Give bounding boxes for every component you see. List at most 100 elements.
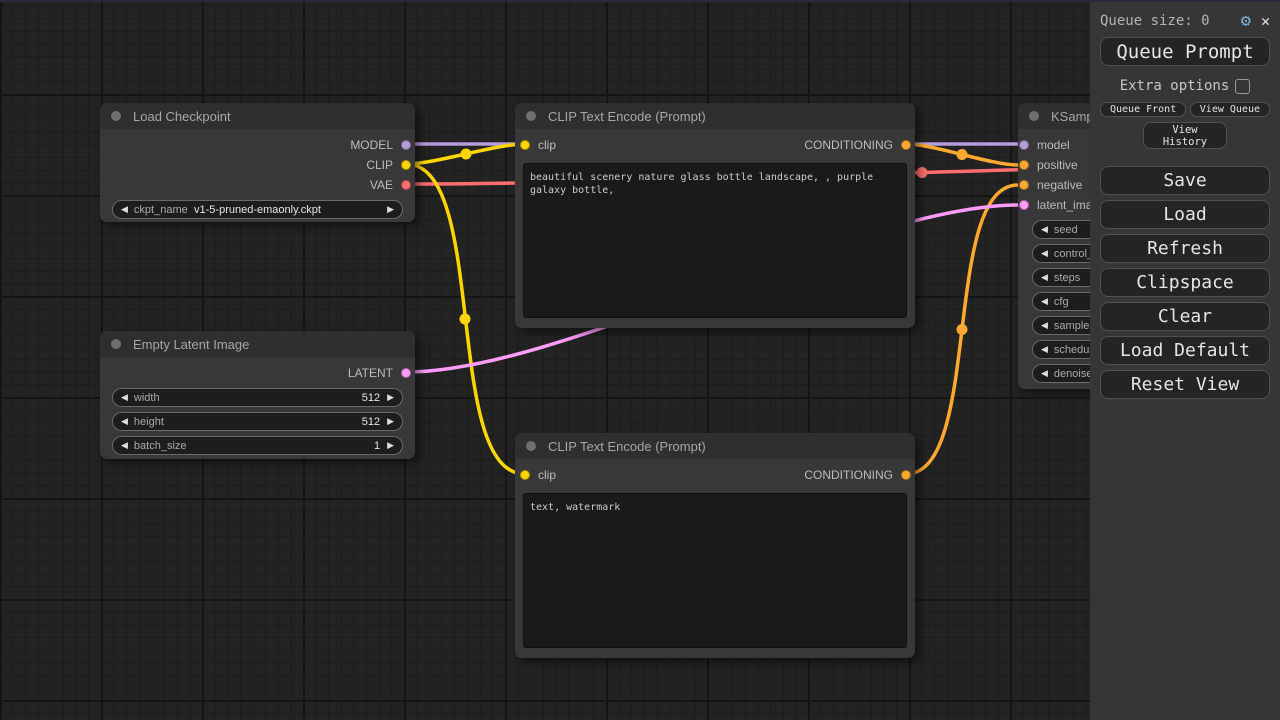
ckpt-name-widget[interactable]: ◀ ckpt_name v1-5-pruned-emaonly.ckpt ▶ — [112, 200, 403, 219]
collapse-dot-icon[interactable] — [111, 111, 121, 121]
save-button[interactable]: Save — [1100, 166, 1270, 195]
slot-row: clip CONDITIONING — [515, 135, 915, 155]
port-latent-image-input[interactable] — [1019, 200, 1029, 210]
port-model-output[interactable] — [401, 140, 411, 150]
link-midpoint-dot — [460, 314, 471, 325]
stepper-right-icon[interactable]: ▶ — [387, 417, 394, 426]
node-clip-text-encode-negative[interactable]: CLIP Text Encode (Prompt) clip CONDITION… — [515, 433, 915, 658]
slot-label: MODEL — [350, 138, 393, 152]
widget-label: steps — [1054, 272, 1080, 284]
view-queue-button[interactable]: View Queue — [1190, 102, 1270, 117]
output-slot-latent: LATENT — [100, 363, 415, 383]
slot-label: clip — [538, 138, 556, 152]
port-clip-output[interactable] — [401, 160, 411, 170]
node-title: Load Checkpoint — [133, 109, 231, 124]
link-midpoint-dot — [917, 167, 928, 178]
port-conditioning-output[interactable] — [901, 470, 911, 480]
node-title: CLIP Text Encode (Prompt) — [548, 439, 706, 454]
reset-view-button[interactable]: Reset View — [1100, 370, 1270, 399]
load-button[interactable]: Load — [1100, 200, 1270, 229]
stepper-left-icon[interactable]: ◀ — [1041, 321, 1048, 330]
stepper-left-icon[interactable]: ◀ — [1041, 249, 1048, 258]
slot-label: positive — [1037, 158, 1078, 172]
link-midpoint-dot — [957, 324, 968, 335]
slot-row: clip CONDITIONING — [515, 465, 915, 485]
stepper-right-icon[interactable]: ▶ — [387, 441, 394, 450]
node-title: Empty Latent Image — [133, 337, 249, 352]
slot-label: CLIP — [366, 158, 393, 172]
port-latent-output[interactable] — [401, 368, 411, 378]
width-widget[interactable]: ◀ width 512 ▶ — [112, 388, 403, 407]
widget-label: batch_size — [134, 440, 187, 452]
slot-label: CONDITIONING — [804, 468, 915, 482]
port-negative-input[interactable] — [1019, 180, 1029, 190]
prompt-textarea[interactable]: text, watermark — [523, 493, 907, 648]
collapse-dot-icon[interactable] — [526, 441, 536, 451]
stepper-left-icon[interactable]: ◀ — [1041, 345, 1048, 354]
queue-prompt-button[interactable]: Queue Prompt — [1100, 37, 1270, 66]
widget-label: width — [134, 392, 160, 404]
extra-options-checkbox[interactable] — [1235, 79, 1250, 94]
collapse-dot-icon[interactable] — [526, 111, 536, 121]
port-vae-output[interactable] — [401, 180, 411, 190]
stepper-left-icon[interactable]: ◀ — [1041, 273, 1048, 282]
widget-label: seed — [1054, 224, 1078, 236]
widget-label: denoise — [1054, 368, 1093, 380]
queue-size-label: Queue size: 0 — [1100, 13, 1241, 29]
node-title-bar[interactable]: Load Checkpoint — [100, 103, 415, 129]
node-title-bar[interactable]: Empty Latent Image — [100, 331, 415, 357]
widget-label: cfg — [1054, 296, 1069, 308]
comfy-menu-panel: Queue size: 0 ⚙ ✕ Queue Prompt Extra opt… — [1090, 0, 1280, 720]
queue-front-button[interactable]: Queue Front — [1100, 102, 1186, 117]
slot-label: CONDITIONING — [804, 138, 915, 152]
output-slot-clip: CLIP — [100, 155, 415, 175]
load-default-button[interactable]: Load Default — [1100, 336, 1270, 365]
node-title: CLIP Text Encode (Prompt) — [548, 109, 706, 124]
collapse-dot-icon[interactable] — [111, 339, 121, 349]
node-title-bar[interactable]: CLIP Text Encode (Prompt) — [515, 103, 915, 129]
batch-size-widget[interactable]: ◀ batch_size 1 ▶ — [112, 436, 403, 455]
stepper-left-icon[interactable]: ◀ — [1041, 297, 1048, 306]
stepper-left-icon[interactable]: ◀ — [121, 441, 128, 450]
clipspace-button[interactable]: Clipspace — [1100, 268, 1270, 297]
stepper-left-icon[interactable]: ◀ — [1041, 225, 1048, 234]
prompt-textarea[interactable]: beautiful scenery nature glass bottle la… — [523, 163, 907, 318]
clear-button[interactable]: Clear — [1100, 302, 1270, 331]
node-load-checkpoint[interactable]: Load Checkpoint MODEL CLIP VAE ◀ ckpt_na… — [100, 103, 415, 222]
stepper-left-icon[interactable]: ◀ — [1041, 369, 1048, 378]
close-icon[interactable]: ✕ — [1261, 14, 1270, 29]
extra-options-label: Extra options — [1120, 78, 1230, 94]
node-graph-canvas[interactable]: Load Checkpoint MODEL CLIP VAE ◀ ckpt_na… — [0, 0, 1280, 720]
port-model-input[interactable] — [1019, 140, 1029, 150]
node-title-bar[interactable]: CLIP Text Encode (Prompt) — [515, 433, 915, 459]
window-top-edge — [0, 0, 1280, 2]
widget-value: 1 — [374, 440, 380, 452]
port-conditioning-output[interactable] — [901, 140, 911, 150]
link-midpoint-dot — [957, 149, 968, 160]
link-midpoint-dot — [461, 149, 472, 160]
slot-label: clip — [538, 468, 556, 482]
wire-conditioning-positive — [906, 144, 1018, 165]
slot-label: negative — [1037, 178, 1082, 192]
view-history-line1: View — [1172, 124, 1197, 136]
output-slot-model: MODEL — [100, 135, 415, 155]
stepper-left-icon[interactable]: ◀ — [121, 417, 128, 426]
widget-label: height — [134, 416, 164, 428]
port-clip-input[interactable] — [520, 470, 530, 480]
port-positive-input[interactable] — [1019, 160, 1029, 170]
height-widget[interactable]: ◀ height 512 ▶ — [112, 412, 403, 431]
node-empty-latent-image[interactable]: Empty Latent Image LATENT ◀ width 512 ▶ … — [100, 331, 415, 459]
stepper-left-icon[interactable]: ◀ — [121, 393, 128, 402]
stepper-right-icon[interactable]: ▶ — [387, 393, 394, 402]
port-clip-input[interactable] — [520, 140, 530, 150]
settings-gear-icon[interactable]: ⚙ — [1241, 13, 1251, 30]
refresh-button[interactable]: Refresh — [1100, 234, 1270, 263]
slot-label: LATENT — [348, 366, 393, 380]
slot-label: model — [1037, 138, 1070, 152]
collapse-dot-icon[interactable] — [1029, 111, 1039, 121]
node-clip-text-encode-positive[interactable]: CLIP Text Encode (Prompt) clip CONDITION… — [515, 103, 915, 328]
wire-clip-negative — [406, 164, 525, 474]
widget-value: 512 — [362, 392, 380, 404]
slot-label: VAE — [370, 178, 393, 192]
view-history-button[interactable]: View History — [1143, 122, 1227, 149]
